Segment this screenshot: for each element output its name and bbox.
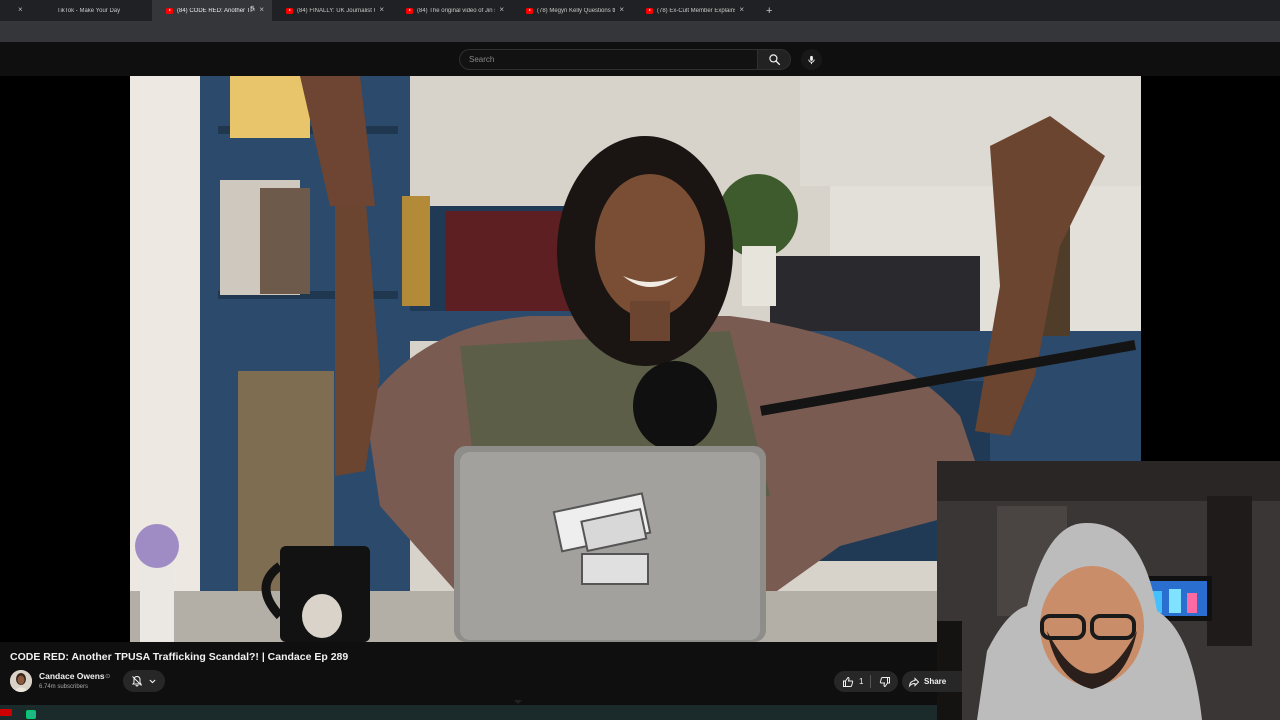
tab-uk-journalist[interactable]: (84) FINALLY: UK Journalist CON × bbox=[272, 0, 392, 21]
tab-close-icon[interactable]: × bbox=[619, 5, 624, 15]
tab-close-icon[interactable]: × bbox=[499, 5, 504, 15]
share-icon bbox=[908, 676, 920, 688]
tab-close-icon[interactable]: × bbox=[379, 5, 384, 15]
like-count: 1 bbox=[859, 677, 864, 686]
video-player[interactable] bbox=[0, 76, 1280, 720]
tab-title: (84) FINALLY: UK Journalist CON bbox=[297, 7, 375, 14]
tab-original-video[interactable]: (84) The original video of Jin sh × bbox=[392, 0, 512, 21]
channel-name[interactable]: Candace Owens bbox=[39, 671, 105, 681]
dislike-button[interactable] bbox=[871, 671, 898, 692]
avatar-image bbox=[10, 670, 32, 692]
tab-megyn-kelly[interactable]: (78) Megyn Kelly Questions th × bbox=[512, 0, 632, 21]
search-box[interactable] bbox=[459, 49, 757, 70]
youtube-icon bbox=[406, 7, 413, 14]
channel-avatar[interactable] bbox=[10, 670, 32, 692]
new-tab-button[interactable]: + bbox=[766, 5, 772, 17]
like-dislike-group: 1 bbox=[834, 671, 898, 692]
webcam-overlay bbox=[937, 461, 1280, 720]
search-input[interactable] bbox=[469, 55, 757, 64]
youtube-icon bbox=[526, 7, 533, 14]
tab-tiktok[interactable]: TikTok - Make Your Day bbox=[32, 0, 152, 21]
notification-bell-button[interactable] bbox=[123, 670, 165, 692]
speaker-icon[interactable]: 🔊︎ bbox=[250, 5, 254, 12]
like-button[interactable]: 1 bbox=[834, 671, 870, 692]
tab-close-icon[interactable]: × bbox=[259, 5, 264, 15]
browser-tab-strip: × TikTok - Make Your Day (84) CODE RED: … bbox=[0, 0, 1280, 21]
app-icon[interactable] bbox=[26, 710, 36, 719]
tab-title: (84) The original video of Jin sh bbox=[417, 7, 495, 14]
tab-title: TikTok - Make Your Day bbox=[57, 7, 121, 14]
thumbs-down-icon bbox=[879, 676, 890, 687]
video-title: CODE RED: Another TPUSA Trafficking Scan… bbox=[10, 651, 349, 663]
tab-close-icon[interactable]: × bbox=[739, 5, 744, 15]
next-section-preview bbox=[0, 705, 937, 720]
tab-close-icon[interactable]: × bbox=[18, 5, 23, 14]
youtube-icon bbox=[0, 709, 12, 716]
youtube-icon bbox=[646, 7, 653, 14]
tiktok-icon bbox=[46, 8, 53, 14]
microphone-icon bbox=[808, 55, 815, 64]
chevron-down-icon bbox=[149, 679, 156, 683]
address-bar[interactable] bbox=[0, 21, 1280, 42]
tab-title: (78) Ex-Cult Member Explains h bbox=[657, 7, 735, 14]
share-label: Share bbox=[924, 677, 947, 686]
verified-icon: ⊙ bbox=[105, 673, 111, 680]
youtube-masthead bbox=[0, 42, 1280, 76]
tab-title: (78) Megyn Kelly Questions th bbox=[537, 7, 615, 14]
youtube-icon bbox=[166, 7, 173, 14]
voice-search-button[interactable] bbox=[801, 49, 822, 70]
thumbs-up-icon bbox=[843, 676, 854, 687]
tab-ex-cult-member[interactable]: (78) Ex-Cult Member Explains h × bbox=[632, 0, 752, 21]
search-button[interactable] bbox=[757, 49, 791, 70]
tab-title: (84) CODE RED: Another TPUSA bbox=[177, 7, 255, 14]
youtube-icon bbox=[286, 7, 293, 14]
subscriber-count: 6.74m subscribers bbox=[39, 684, 89, 690]
tab-code-red[interactable]: (84) CODE RED: Another TPUSA 🔊︎ × bbox=[152, 0, 272, 21]
share-button[interactable]: Share bbox=[902, 671, 962, 692]
bell-off-icon bbox=[132, 675, 142, 687]
search-icon bbox=[768, 54, 780, 66]
caret-icon bbox=[514, 700, 522, 704]
